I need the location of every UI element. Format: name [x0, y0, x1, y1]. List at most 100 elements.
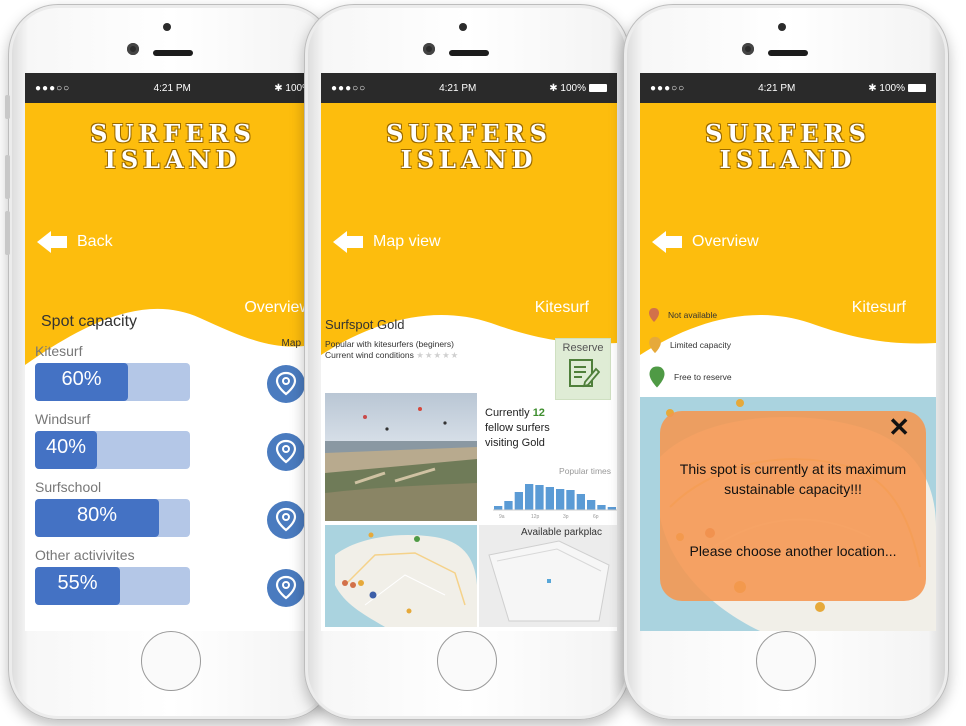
- pin-red-icon: [649, 308, 659, 322]
- header-wave: [640, 314, 936, 373]
- visit-prefix: Currently: [485, 407, 530, 419]
- back-label: Back: [77, 233, 113, 250]
- proximity-sensor: [778, 23, 786, 31]
- logo-line-2: ISLAND: [719, 145, 857, 174]
- volume-down-button: [5, 211, 10, 255]
- reserve-label: Reserve: [562, 342, 604, 354]
- screen-spot-capacity: ●●●○○ 4:21 PM ✱ 100% SURFERS ISLAND Back…: [25, 73, 321, 631]
- capacity-warning-dialog: ✕ This spot is currently at its maximum …: [660, 411, 926, 601]
- app-logo: SURFERS ISLAND: [321, 103, 617, 173]
- pin-orange-icon: [649, 336, 661, 354]
- beach-photo: [325, 393, 477, 521]
- logo-line-1: SURFERS: [90, 119, 256, 148]
- status-bar: ●●●○○ 4:21 PM ✱ 100%: [321, 73, 617, 103]
- home-button[interactable]: [437, 631, 497, 691]
- capacity-value: 60%: [61, 368, 102, 390]
- front-camera: [423, 43, 435, 55]
- volume-up-button: [5, 155, 10, 199]
- app-header: SURFERS ISLAND Back Overview: [25, 103, 321, 373]
- back-label: Overview: [692, 233, 759, 250]
- capacity-warning-message: This spot is currently at its maximum su…: [679, 461, 907, 497]
- activity-name: Surfschool: [35, 479, 102, 495]
- reserve-form-icon: [569, 359, 601, 388]
- map-pin-button-kitesurf[interactable]: [267, 365, 305, 403]
- visit-line-2: fellow surfers: [485, 422, 550, 434]
- visitor-count: Currently 12 fellow surfers visiting Gol…: [485, 406, 550, 451]
- activity-name: Kitesurf: [35, 343, 83, 359]
- front-camera: [127, 43, 139, 55]
- popular-times-bar: [504, 501, 513, 510]
- map-pin-button-other[interactable]: [267, 569, 305, 607]
- legend-not-available: Not available: [648, 307, 717, 323]
- app-logo: SURFERS ISLAND: [25, 103, 321, 173]
- back-button[interactable]: Back: [37, 231, 113, 253]
- parking-map[interactable]: Available parkplac: [479, 525, 617, 627]
- popular-times-chart: 9a 12p 3p 6p: [493, 484, 617, 520]
- map-view-button[interactable]: Map view: [333, 231, 441, 253]
- map-pin-icon: [275, 575, 297, 600]
- kitesurf-tab[interactable]: Kitesurf: [535, 299, 589, 317]
- map-pin-icon: [275, 371, 297, 396]
- surfspot-mini-map[interactable]: [325, 525, 477, 627]
- capacity-value: 40%: [45, 436, 87, 458]
- back-arrow-icon: [333, 231, 363, 253]
- spot-popularity: Popular with kitesurfers (beginers): [325, 339, 454, 349]
- parking-map-graphic: [479, 525, 617, 627]
- battery-level: 100%: [879, 82, 905, 94]
- pin-green-icon: [649, 366, 665, 388]
- home-button[interactable]: [756, 631, 816, 691]
- logo-line-2: ISLAND: [400, 145, 538, 174]
- capacity-value: 80%: [76, 504, 118, 526]
- tick-6p: 6p: [593, 514, 599, 520]
- battery-indicator: ✱ 100%: [868, 83, 926, 94]
- legend-label: Not available: [668, 310, 718, 320]
- legend-label: Limited capacity: [670, 340, 731, 350]
- phone-frame-1: ●●●○○ 4:21 PM ✱ 100% SURFERS ISLAND Back…: [5, 4, 334, 720]
- app-logo: SURFERS ISLAND: [640, 103, 936, 173]
- battery-icon: [907, 83, 926, 92]
- popular-times-bar: [576, 494, 585, 510]
- capacity-bar: 80%: [35, 499, 190, 537]
- overview-tab[interactable]: Overview: [244, 299, 311, 317]
- proximity-sensor: [459, 23, 467, 31]
- logo-line-1: SURFERS: [705, 119, 871, 148]
- reserve-button[interactable]: Reserve: [555, 338, 611, 400]
- battery-level: 100%: [560, 82, 586, 94]
- proximity-sensor: [163, 23, 171, 31]
- popular-times-bar: [494, 506, 503, 510]
- activity-name: Other activivites: [35, 547, 135, 563]
- capacity-bar: 40%: [35, 431, 190, 469]
- tick-12p: 12p: [531, 514, 540, 520]
- mute-switch: [5, 95, 10, 119]
- capacity-value: 55%: [57, 572, 98, 594]
- map-pin-button-surfschool[interactable]: [267, 501, 305, 539]
- earpiece-speaker: [768, 50, 808, 56]
- activity-row-other: Other activivites 55%: [35, 547, 315, 609]
- activity-row-windsurf: Windsurf 40%: [35, 411, 315, 473]
- choose-location-message: Please choose another location...: [689, 543, 897, 559]
- activity-row-kitesurf: Kitesurf 60%: [35, 343, 315, 405]
- status-time: 4:21 PM: [439, 82, 477, 94]
- close-icon[interactable]: ✕: [888, 414, 910, 440]
- capacity-bar: 60%: [35, 363, 190, 401]
- back-arrow-icon: [652, 231, 682, 253]
- screen-map-overview: ●●●○○ 4:21 PM ✱ 100% SURFERS ISLAND Over…: [640, 73, 936, 631]
- overview-button[interactable]: Overview: [652, 231, 759, 253]
- app-header: SURFERS ISLAND Map view Kitesurf: [321, 103, 617, 373]
- earpiece-speaker: [153, 50, 193, 56]
- popular-times-bar: [566, 490, 575, 510]
- map-pin-button-windsurf[interactable]: [267, 433, 305, 471]
- wind-rating-stars: ★★★★★: [416, 350, 460, 360]
- legend-label: Free to reserve: [674, 372, 732, 382]
- capacity-bar: 55%: [35, 567, 190, 605]
- battery-icon: [588, 83, 607, 92]
- activity-name: Windsurf: [35, 411, 91, 427]
- spot-title: Surfspot Gold: [325, 317, 405, 332]
- status-time: 4:21 PM: [758, 82, 796, 94]
- phone-frame-3: ●●●○○ 4:21 PM ✱ 100% SURFERS ISLAND Over…: [623, 4, 949, 720]
- tick-3p: 3p: [563, 514, 569, 520]
- kitesurf-tab[interactable]: Kitesurf: [852, 299, 906, 317]
- signal-indicator: ●●●○○: [650, 82, 686, 94]
- home-button[interactable]: [141, 631, 201, 691]
- spot-description: Popular with kitesurfers (beginers) Curr…: [325, 339, 459, 361]
